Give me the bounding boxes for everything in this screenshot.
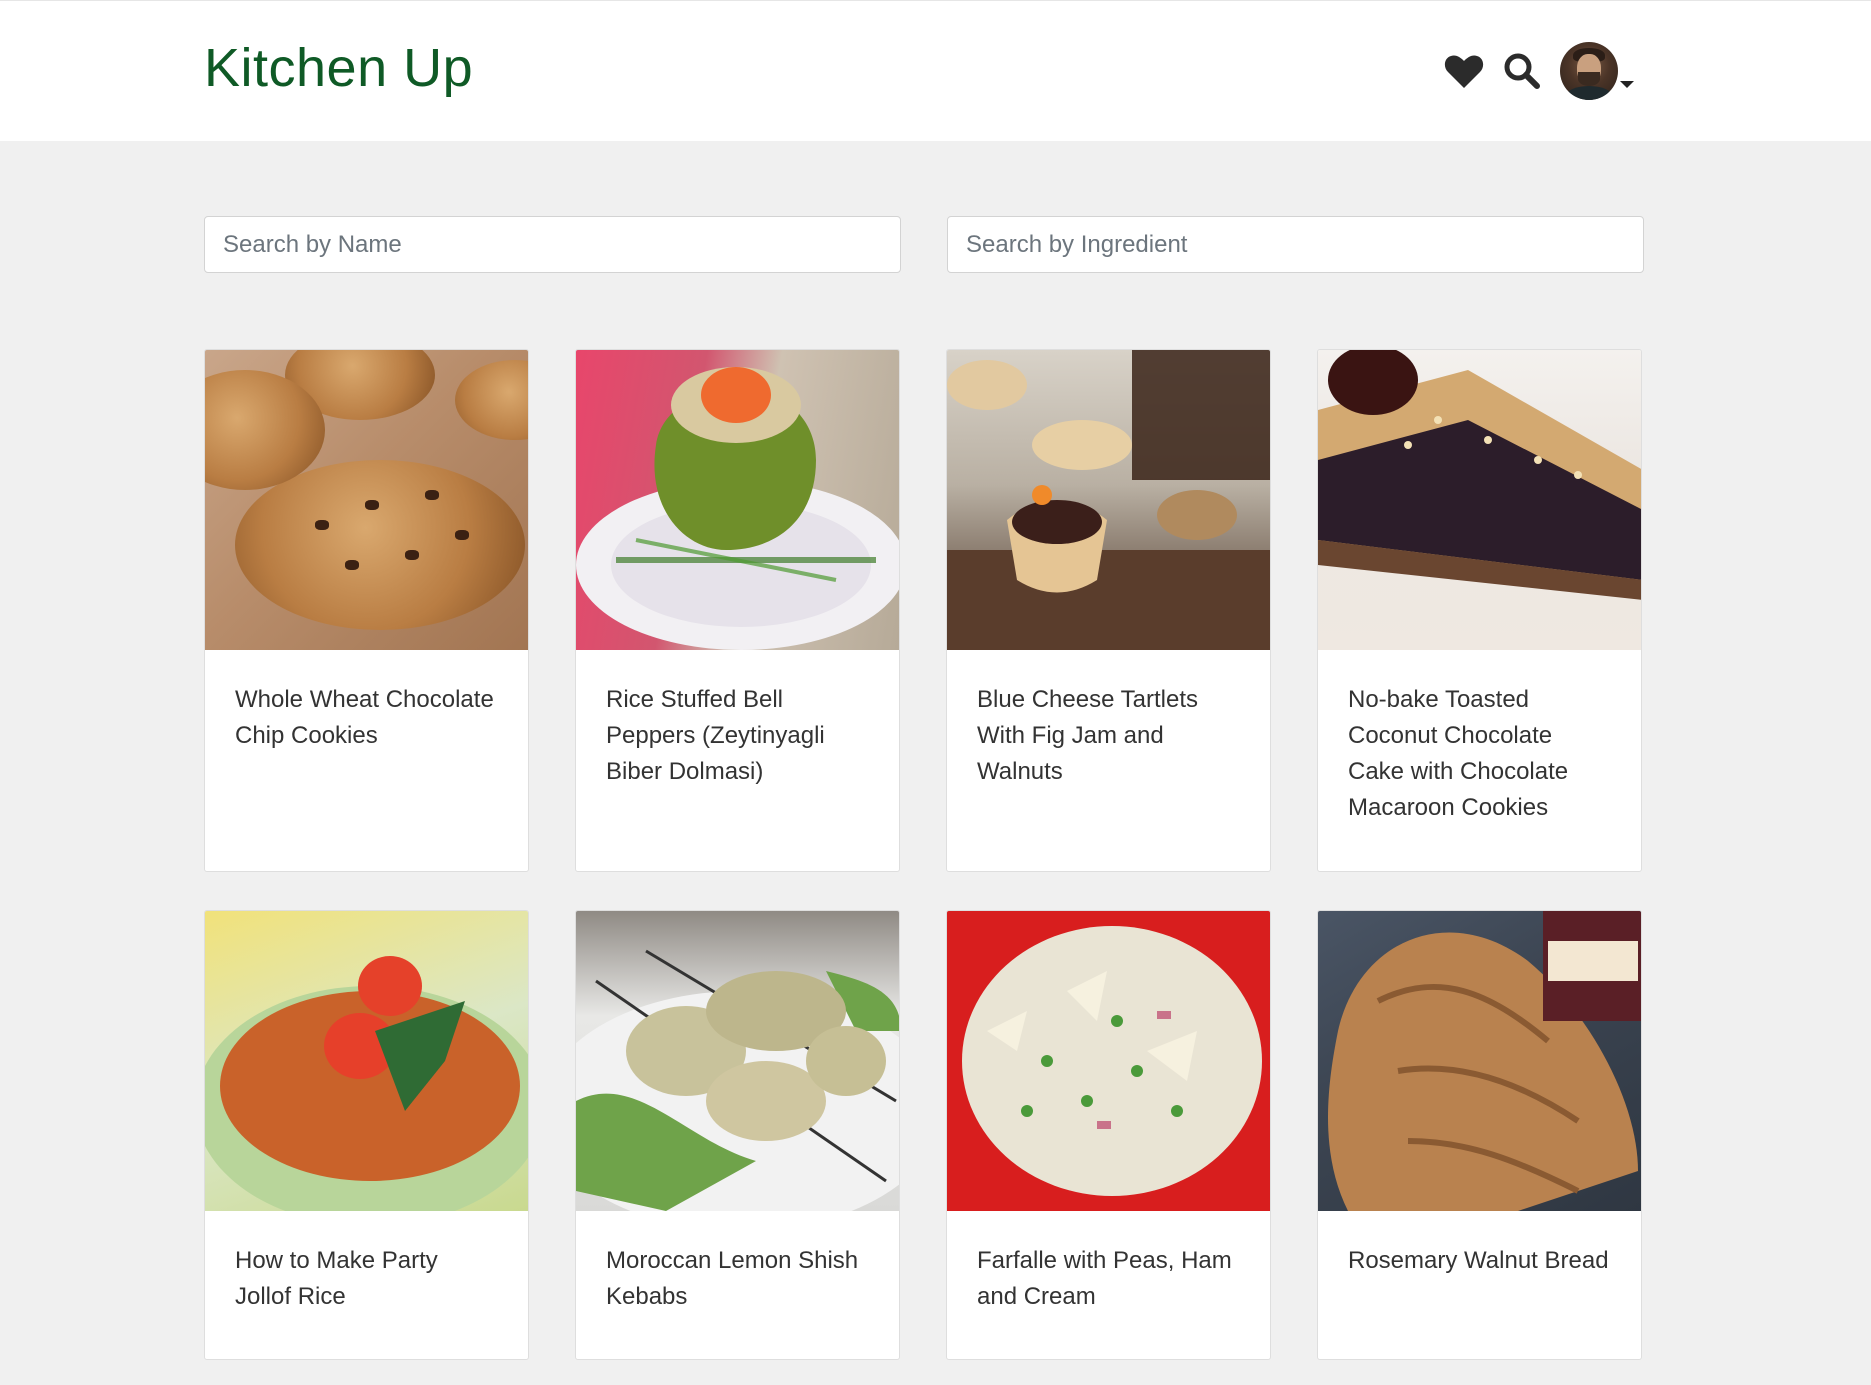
recipe-card[interactable]: Rice Stuffed Bell Peppers (Zeytinyagli B… [575, 349, 900, 872]
bread-illustration [1328, 911, 1641, 1211]
tartlet-illustration [947, 350, 1270, 650]
recipe-title: Rosemary Walnut Bread [1348, 1247, 1609, 1274]
farfalle-illustration [962, 926, 1262, 1196]
stuffed-pepper-illustration [576, 367, 899, 650]
recipe-title: Farfalle with Peas, Ham and Cream [977, 1247, 1232, 1310]
search-bar [204, 216, 1644, 273]
recipe-image [205, 911, 528, 1211]
search-by-ingredient-input[interactable] [947, 216, 1644, 273]
caret-down-icon[interactable] [1620, 80, 1634, 88]
kebab-illustration [576, 949, 899, 1211]
user-avatar[interactable] [1560, 42, 1618, 100]
recipe-image [1318, 350, 1641, 650]
search-icon [1504, 53, 1540, 89]
recipe-image [947, 350, 1270, 650]
recipe-image [576, 911, 899, 1211]
heart-icon [1444, 55, 1484, 88]
search-button[interactable] [1498, 47, 1546, 95]
recipe-card[interactable]: Moroccan Lemon Shish Kebabs [575, 910, 900, 1360]
cake-illustration [1318, 350, 1641, 600]
recipe-card[interactable]: Farfalle with Peas, Ham and Cream [946, 910, 1271, 1360]
recipe-title: Blue Cheese Tartlets With Fig Jam and Wa… [977, 686, 1199, 785]
recipe-title: How to Make Party Jollof Rice [235, 1247, 438, 1310]
recipe-card[interactable]: Blue Cheese Tartlets With Fig Jam and Wa… [946, 349, 1271, 872]
brand-logo[interactable]: Kitchen Up [204, 37, 473, 99]
favorites-button[interactable] [1440, 47, 1488, 95]
recipe-card[interactable]: Rosemary Walnut Bread [1317, 910, 1642, 1360]
recipe-image [205, 350, 528, 650]
search-by-name-input[interactable] [204, 216, 901, 273]
recipe-card[interactable]: No-bake Toasted Coconut Chocolate Cake w… [1317, 349, 1642, 872]
recipe-card[interactable]: How to Make Party Jollof Rice [204, 910, 529, 1360]
recipe-image [576, 350, 899, 650]
recipe-title: Moroccan Lemon Shish Kebabs [606, 1247, 859, 1310]
recipe-image [1318, 911, 1641, 1211]
recipe-title: Whole Wheat Chocolate Chip Cookies [235, 686, 494, 749]
recipe-title: Rice Stuffed Bell Peppers (Zeytinyagli B… [606, 686, 825, 785]
recipe-image [947, 911, 1270, 1211]
recipe-title: No-bake Toasted Coconut Chocolate Cake w… [1348, 686, 1569, 821]
top-navbar: Kitchen Up [0, 0, 1871, 141]
recipe-card[interactable]: Whole Wheat Chocolate Chip Cookies [204, 349, 529, 872]
jollof-rice-illustration [205, 956, 528, 1211]
navbar-actions [1440, 39, 1634, 103]
